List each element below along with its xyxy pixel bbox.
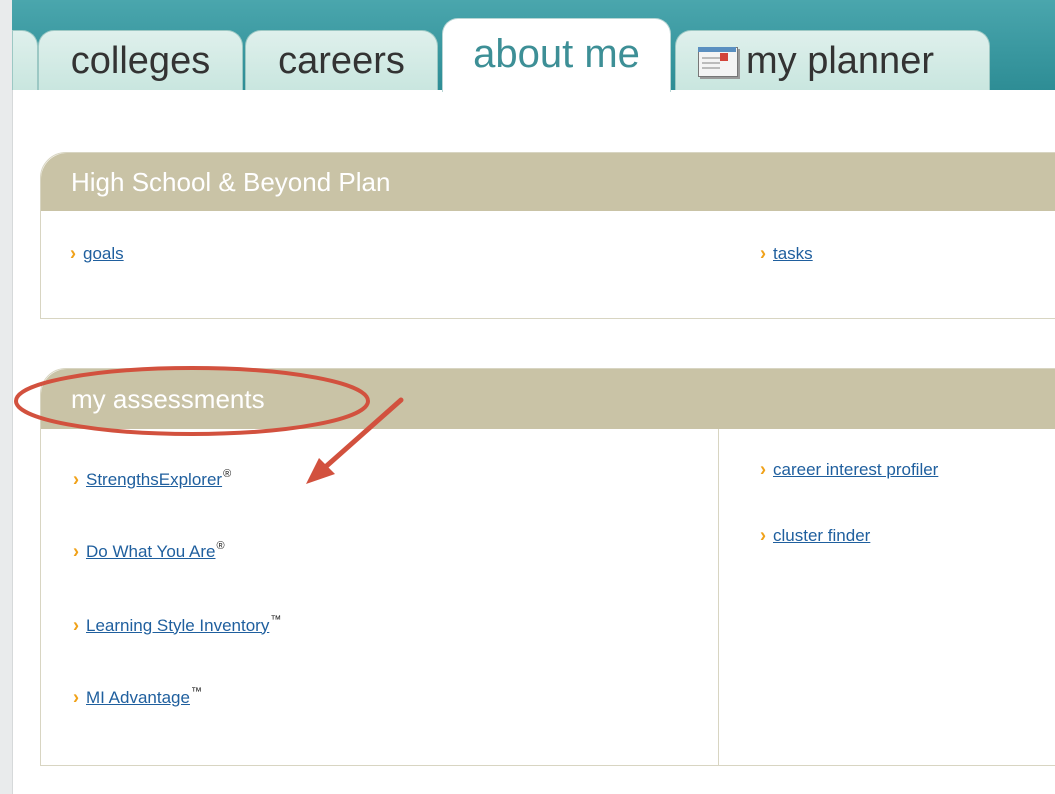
cluster-finder-link[interactable]: cluster finder — [773, 526, 870, 546]
chevron-right-icon: › — [760, 457, 766, 480]
chevron-right-icon: › — [70, 241, 76, 264]
goals-link[interactable]: goals — [83, 244, 124, 264]
chevron-right-icon: › — [73, 539, 79, 562]
tab-colleges-label: colleges — [70, 39, 211, 82]
tab-my-planner-label: my planner — [746, 39, 934, 82]
cluster-finder-link-item[interactable]: › cluster finder — [760, 523, 870, 546]
strengths-explorer-link[interactable]: StrengthsExplorer — [86, 470, 222, 490]
learning-style-inventory-link[interactable]: Learning Style Inventory — [86, 616, 269, 636]
career-interest-profiler-link[interactable]: career interest profiler — [773, 460, 938, 480]
tab-about-me[interactable]: about me — [442, 18, 671, 92]
tab-my-planner[interactable]: my planner — [675, 30, 990, 90]
chevron-right-icon: › — [760, 241, 766, 264]
learning-style-inventory-link-item[interactable]: › Learning Style Inventory ™ — [73, 613, 282, 636]
column-divider — [718, 429, 719, 765]
registered-mark: ® — [223, 467, 232, 480]
trademark-mark: ™ — [270, 613, 282, 626]
tab-careers-label: careers — [278, 39, 405, 82]
chevron-right-icon: › — [73, 467, 79, 490]
registered-mark: ® — [216, 539, 225, 552]
chevron-right-icon: › — [73, 613, 79, 636]
hsbp-panel: High School & Beyond Plan › goals › task… — [40, 152, 1055, 319]
tab-partial[interactable] — [12, 30, 38, 90]
goals-link-item[interactable]: › goals — [70, 241, 124, 264]
tab-about-me-label: about me — [473, 32, 640, 76]
assessments-panel-header: my assessments — [41, 369, 1055, 429]
trademark-mark: ™ — [190, 685, 202, 698]
do-what-you-are-link[interactable]: Do What You Are — [86, 542, 215, 562]
strengths-explorer-link-item[interactable]: › StrengthsExplorer ® — [73, 467, 232, 490]
chevron-right-icon: › — [760, 523, 766, 546]
tasks-link[interactable]: tasks — [773, 244, 813, 264]
planner-calendar-icon — [696, 43, 738, 79]
do-what-you-are-link-item[interactable]: › Do What You Are ® — [73, 539, 225, 562]
left-edge — [0, 0, 13, 794]
assessments-panel: my assessments › StrengthsExplorer ® › Do… — [40, 368, 1055, 766]
mi-advantage-link[interactable]: MI Advantage — [86, 688, 190, 708]
assessments-panel-title: my assessments — [71, 383, 265, 414]
tasks-link-item[interactable]: › tasks — [760, 241, 813, 264]
tab-colleges[interactable]: colleges — [38, 30, 243, 90]
career-interest-profiler-link-item[interactable]: › career interest profiler — [760, 457, 938, 480]
hsbp-panel-title: High School & Beyond Plan — [71, 166, 391, 197]
page: colleges careers about me my planner Hig… — [0, 0, 1055, 794]
chevron-right-icon: › — [73, 685, 79, 708]
tab-careers[interactable]: careers — [245, 30, 438, 90]
mi-advantage-link-item[interactable]: › MI Advantage ™ — [73, 685, 202, 708]
hsbp-panel-header: High School & Beyond Plan — [41, 153, 1055, 211]
